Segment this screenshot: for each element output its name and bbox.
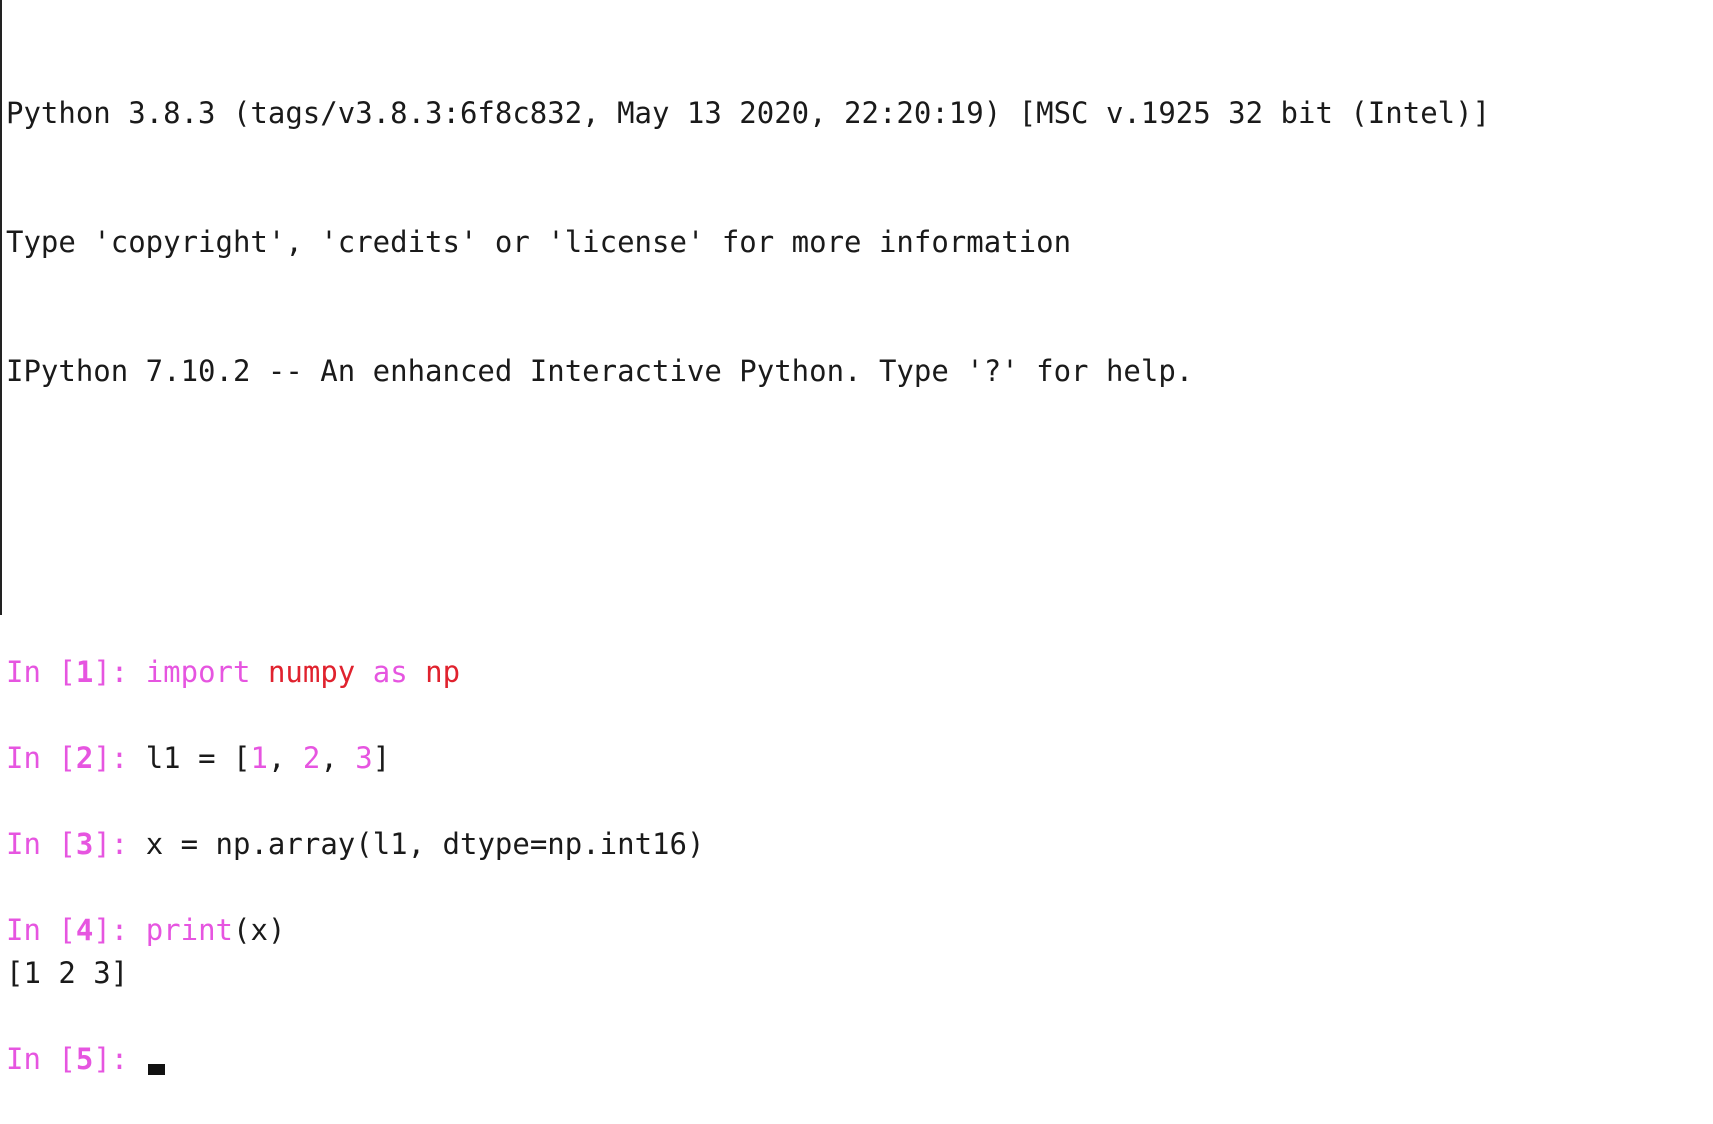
prompt-open-bracket: [ [58,1042,76,1076]
code-token: x = np.array(l1, dtype=np.int16) [145,827,705,861]
prompt-in-label: In [6,1042,59,1076]
code-token: as [372,655,408,689]
code-token: ] [372,741,391,775]
banner-ipython-version: IPython 7.10.2 -- An enhanced Interactiv… [6,354,1194,388]
prompt-close-bracket: ]: [93,1042,146,1076]
prompt-close-bracket: ]: [93,655,146,689]
code-token: , [320,741,356,775]
prompt-in-label: In [6,655,59,689]
prompt-close-bracket: ]: [93,741,146,775]
code-token: 3 [355,741,373,775]
banner-copyright-info: Type 'copyright', 'credits' or 'license'… [6,225,1072,259]
cell-history: In [1]: import numpy as np In [2]: l1 = [… [6,651,1713,1081]
input-line-1: In [1]: import numpy as np [6,651,1713,694]
code-token: import [145,655,251,689]
prompt-close-bracket: ]: [93,913,146,947]
code-token: l1 = [ [145,741,251,775]
input-line-4: In [4]: print(x) [6,909,1713,952]
code-token: , [267,741,303,775]
prompt-in-label: In [6,913,59,947]
prompt-open-bracket: [ [58,827,76,861]
prompt-number: 2 [75,741,94,775]
prompt-open-bracket: [ [58,913,76,947]
code-token: np [425,655,461,689]
input-line-3: In [3]: x = np.array(l1, dtype=np.int16) [6,823,1713,866]
input-line-2: In [2]: l1 = [1, 2, 3] [6,737,1713,780]
code-token: (x) [233,913,286,947]
code-token: 2 [302,741,321,775]
prompt-number: 4 [75,913,94,947]
banner-python-version: Python 3.8.3 (tags/v3.8.3:6f8c832, May 1… [6,96,1491,130]
prompt-number: 1 [75,655,94,689]
code-token: numpy [267,655,356,689]
prompt-number: 3 [75,827,94,861]
code-token: print [145,913,234,947]
input-line-5[interactable]: In [5]: [6,1038,1713,1081]
prompt-in-label: In [6,827,59,861]
ipython-console[interactable]: Python 3.8.3 (tags/v3.8.3:6f8c832, May 1… [0,0,1713,1076]
text-cursor[interactable] [147,1064,165,1075]
prompt-in-label: In [6,741,59,775]
prompt-open-bracket: [ [58,655,76,689]
output-line-4: [1 2 3] [6,956,129,990]
prompt-close-bracket: ]: [93,827,146,861]
code-token: 1 [250,741,268,775]
prompt-open-bracket: [ [58,741,76,775]
prompt-number: 5 [75,1042,94,1076]
